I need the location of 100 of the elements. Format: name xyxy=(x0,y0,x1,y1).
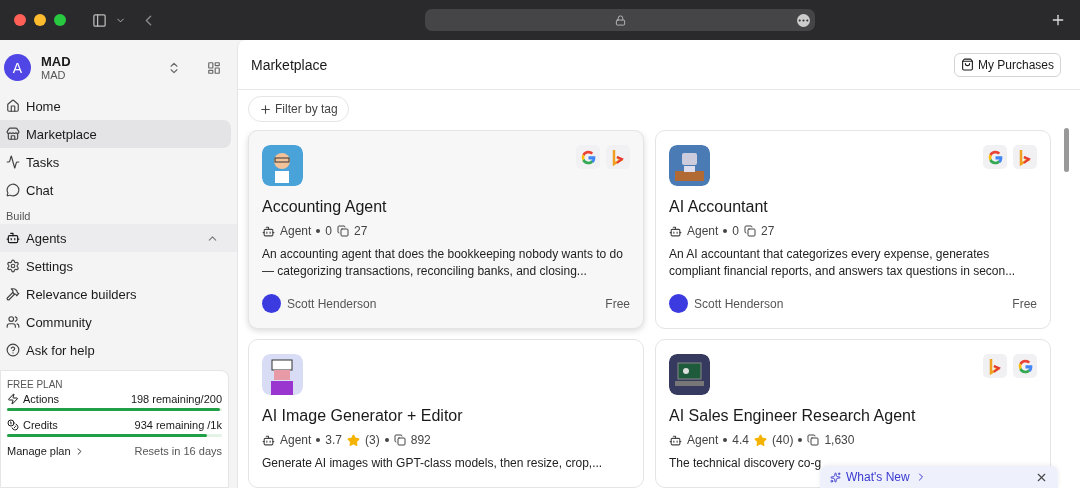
google-logo-icon xyxy=(1016,357,1034,375)
nav-item[interactable]: Chat xyxy=(0,176,231,204)
nav-icon xyxy=(6,259,20,273)
agent-title: AI Image Generator + Editor xyxy=(262,407,464,425)
agent-type: Agent xyxy=(280,224,312,238)
maximize-window-button[interactable] xyxy=(54,14,66,26)
meter-reading: 198 remaining/200 xyxy=(130,393,222,405)
reset-note: Resets in 16 days xyxy=(134,445,222,457)
separator-dot-icon xyxy=(384,438,389,442)
agent-icon xyxy=(262,224,275,238)
nav-icon xyxy=(6,127,20,141)
author-avatar-icon xyxy=(669,294,688,313)
agent-type: Agent xyxy=(687,433,719,447)
agent-title: AI Sales Engineer Research Agent xyxy=(669,407,917,425)
close-window-button[interactable] xyxy=(14,14,26,26)
robot-avatar-icon xyxy=(669,145,710,186)
separator-dot-icon xyxy=(723,229,728,233)
robot-icon xyxy=(6,231,20,245)
lock-icon xyxy=(614,14,626,26)
page-title: Marketplace xyxy=(251,56,328,73)
sidebar-toggle-icon[interactable] xyxy=(92,12,107,28)
agent-type: Agent xyxy=(280,433,312,447)
filter-by-tag-button[interactable]: Filter by tag xyxy=(248,96,349,122)
rating: 4.4 xyxy=(732,433,750,447)
agent-description: The technical discovery co-g xyxy=(669,455,823,472)
layout-icon[interactable] xyxy=(207,60,221,75)
coins-icon xyxy=(7,419,19,431)
minimize-window-button[interactable] xyxy=(34,14,46,26)
separator-dot-icon xyxy=(723,438,728,442)
rating: 3.7 xyxy=(325,433,343,447)
agent-description: An accounting agent that does the bookkeeping nobody wants to do — categorizing transactions, reconciling banks, and closing... xyxy=(262,246,624,280)
nav-group[interactable]: Agents xyxy=(0,224,237,252)
clone-icon xyxy=(337,225,350,237)
agent-title: AI Accountant xyxy=(669,198,769,216)
bolt-icon xyxy=(7,393,19,405)
agent-card[interactable]: Accounting Agent Agent 0 27 An accounting agent that does the bookkeeping nobody wants to do — categorizing transactions, reconciling banks, and closing... Scott Henderson Free xyxy=(248,130,644,329)
nav-icon xyxy=(6,343,20,357)
google-logo-icon xyxy=(579,148,597,166)
agent-title: Accounting Agent xyxy=(262,198,388,216)
clone-icon xyxy=(744,225,757,237)
my-purchases-button[interactable]: My Purchases xyxy=(953,52,1061,77)
clone-count: 27 xyxy=(354,224,368,238)
star-icon xyxy=(754,433,768,447)
author-name: Scott Henderson xyxy=(694,296,784,311)
agent-icon xyxy=(669,224,682,238)
separator-dot-icon xyxy=(316,229,321,233)
meter-label: Actions xyxy=(23,393,60,405)
author-name: Scott Henderson xyxy=(287,296,377,311)
whats-new-link[interactable]: What's New xyxy=(830,470,927,484)
review-count: (3) xyxy=(365,433,380,447)
separator-dot-icon xyxy=(316,438,321,442)
clone-icon xyxy=(393,434,406,446)
nav-icon xyxy=(6,287,20,301)
b-logo-icon xyxy=(1018,148,1032,166)
nav-icon xyxy=(6,155,20,169)
agent-description: Generate AI images with GPT-class models, then resize, crop,... xyxy=(262,455,604,472)
laptop-gears-icon xyxy=(669,354,710,395)
more-icon[interactable] xyxy=(797,13,810,27)
nav-item[interactable]: Relevance builders xyxy=(0,280,231,308)
sparkle-icon xyxy=(830,471,841,483)
price: Free xyxy=(1012,296,1037,311)
pixel-character-icon xyxy=(262,354,303,395)
workspace-subtitle: MAD xyxy=(41,69,67,81)
manage-plan-link[interactable]: Manage plan xyxy=(7,445,85,457)
clone-count: 892 xyxy=(410,433,431,447)
rating: 0 xyxy=(732,224,740,238)
b-logo-icon xyxy=(611,148,625,166)
agent-icon xyxy=(669,433,682,447)
clone-count: 27 xyxy=(761,224,775,238)
b-logo-icon xyxy=(988,357,1002,375)
nav-item[interactable]: Settings xyxy=(0,252,231,280)
nav-item[interactable]: Tasks xyxy=(0,148,231,176)
nav-item[interactable]: Marketplace xyxy=(0,120,231,148)
new-tab-icon[interactable] xyxy=(1050,12,1066,28)
nav-item[interactable]: Community xyxy=(0,308,231,336)
star-icon xyxy=(347,433,361,447)
clone-icon xyxy=(807,434,820,446)
workspace-avatar: A xyxy=(4,54,31,81)
rating: 0 xyxy=(325,224,333,238)
agent-icon xyxy=(262,433,275,447)
nav-icon xyxy=(6,183,20,197)
nav-icon xyxy=(6,99,20,113)
author-avatar-icon xyxy=(262,294,281,313)
workspace-name: MAD xyxy=(41,54,72,69)
clone-count: 1,630 xyxy=(824,433,855,447)
meter-reading: 934 remaining /1k xyxy=(134,419,222,431)
nav-icon xyxy=(6,315,20,329)
agent-card[interactable]: AI Image Generator + Editor Agent 3.7 (3) 892 Generate AI images with GPT-class models, then resize, crop,... xyxy=(248,339,644,488)
plus-icon xyxy=(259,102,272,116)
separator-dot-icon xyxy=(798,438,803,442)
agent-type: Agent xyxy=(687,224,719,238)
agent-card[interactable]: AI Accountant Agent 0 27 An AI accountant that categorizes every expense, generates compliant financial reports, and answers tax questions in secon... Scott Henderson Free xyxy=(655,130,1051,329)
bag-icon xyxy=(960,58,974,71)
accountant-avatar-icon xyxy=(262,145,303,186)
scrollbar-thumb[interactable] xyxy=(1064,128,1069,172)
nav-item[interactable]: Home xyxy=(0,92,231,120)
meter-label: Credits xyxy=(23,419,58,431)
price: Free xyxy=(605,296,630,311)
nav-item[interactable]: Ask for help xyxy=(0,336,231,364)
agent-description: An AI accountant that categorizes every expense, generates compliant financial reports, and answers tax questions in secon... xyxy=(669,246,1017,280)
